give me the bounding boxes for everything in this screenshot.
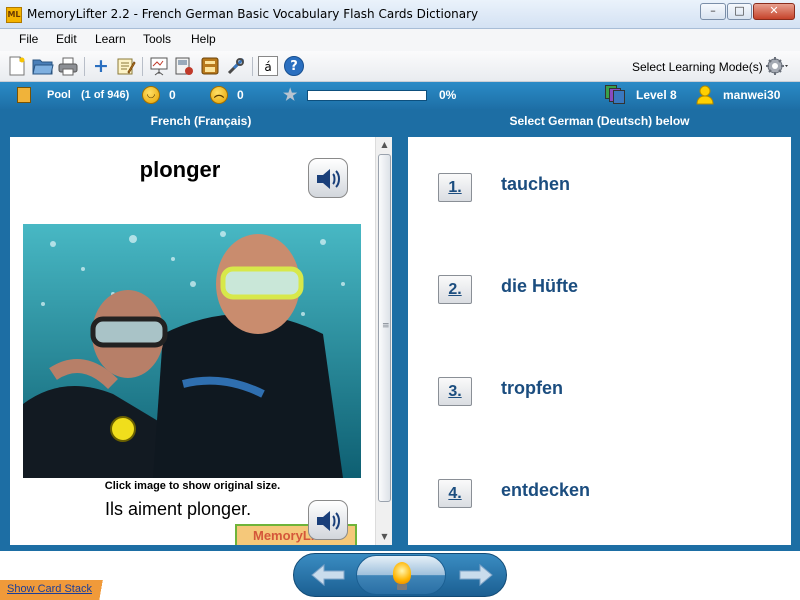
correct-smiley-icon: ◡ bbox=[142, 86, 160, 104]
user-name: manwei30 bbox=[723, 88, 781, 102]
star-icon: ★ bbox=[283, 87, 298, 104]
progress-percent: 0% bbox=[439, 88, 457, 102]
question-heading: French (Français) bbox=[150, 114, 252, 128]
toolbar-separator bbox=[142, 57, 143, 76]
pool-label: Pool bbox=[47, 89, 71, 101]
scroll-down-icon[interactable]: ▼ bbox=[376, 529, 393, 545]
lightbulb-icon bbox=[393, 562, 411, 584]
tools-icon[interactable] bbox=[226, 56, 246, 76]
answer-2-button[interactable]: 2. bbox=[438, 275, 472, 304]
correct-count: 0 bbox=[169, 88, 176, 102]
pool-count: (1 of 946) bbox=[81, 89, 130, 101]
title-bar: ML MemoryLifter 2.2 - French German Basi… bbox=[0, 0, 800, 29]
window-title: MemoryLifter 2.2 - French German Basic V… bbox=[27, 7, 479, 21]
previous-card-button[interactable] bbox=[298, 556, 358, 594]
new-file-icon[interactable] bbox=[7, 56, 27, 76]
arrow-left-icon bbox=[311, 563, 345, 587]
next-card-button[interactable] bbox=[446, 556, 506, 594]
show-card-stack-link[interactable]: Show Card Stack bbox=[7, 583, 92, 595]
answer-3-text[interactable]: tropfen bbox=[501, 378, 563, 399]
wrong-count: 0 bbox=[237, 88, 244, 102]
menu-bar: File Edit Learn Tools Help bbox=[0, 29, 800, 51]
card-navigation bbox=[293, 553, 507, 597]
menu-help[interactable]: Help bbox=[191, 32, 216, 46]
wrong-smiley-icon: ︵ bbox=[210, 86, 228, 104]
answer-panel: 1. tauchen 2. die Hüfte 3. tropfen 4. en… bbox=[408, 137, 791, 545]
open-folder-icon[interactable] bbox=[32, 56, 54, 76]
image-caption: Click image to show original size. bbox=[104, 480, 281, 492]
play-word-audio-button[interactable] bbox=[308, 158, 348, 198]
card-settings-icon[interactable] bbox=[174, 56, 194, 76]
example-sentence: Ils aiment plonger. bbox=[105, 499, 252, 519]
help-icon[interactable]: ? bbox=[284, 56, 304, 76]
close-button[interactable]: ✕ bbox=[753, 3, 795, 20]
menu-file[interactable]: File bbox=[19, 32, 38, 46]
learning-mode-label[interactable]: Select Learning Mode(s) bbox=[632, 60, 763, 74]
speaker-icon bbox=[317, 511, 340, 531]
presentation-icon[interactable] bbox=[149, 56, 169, 76]
show-card-stack-tab[interactable]: Show Card Stack bbox=[0, 580, 125, 600]
app-logo-icon: ML bbox=[6, 7, 22, 23]
question-panel: plonger Click image to show original siz… bbox=[10, 137, 392, 545]
lightbulb-base bbox=[397, 584, 407, 590]
gear-icon[interactable] bbox=[765, 55, 791, 81]
answer-heading: Select German (Deutsch) below bbox=[509, 114, 690, 128]
hint-button[interactable] bbox=[356, 555, 446, 595]
main-area: French (Français) Select German (Deutsch… bbox=[0, 109, 800, 551]
status-strip: Pool (1 of 946) ◡ 0 ︵ 0 ★ 0% Level 8 man… bbox=[0, 82, 800, 109]
save-card-icon[interactable] bbox=[200, 56, 220, 76]
toolbar-separator bbox=[84, 57, 85, 76]
level-stack-icon bbox=[605, 85, 625, 105]
level-label: Level 8 bbox=[636, 88, 677, 102]
pool-icon bbox=[17, 87, 31, 103]
menu-tools[interactable]: Tools bbox=[143, 32, 171, 46]
menu-learn[interactable]: Learn bbox=[95, 32, 126, 46]
scroll-up-icon[interactable]: ▲ bbox=[376, 137, 393, 153]
print-icon[interactable] bbox=[58, 56, 78, 76]
minimize-button[interactable]: – bbox=[700, 3, 726, 20]
play-sentence-audio-button[interactable] bbox=[308, 500, 348, 540]
question-scrollbar[interactable]: ▲ ≡ ▼ bbox=[375, 137, 392, 545]
progress-bar bbox=[307, 90, 427, 101]
menu-edit[interactable]: Edit bbox=[56, 32, 77, 46]
scrollbar-thumb[interactable]: ≡ bbox=[378, 154, 391, 502]
edit-icon[interactable] bbox=[116, 56, 136, 76]
toolbar-separator bbox=[252, 57, 253, 76]
answer-1-button[interactable]: 1. bbox=[438, 173, 472, 202]
answer-1-text[interactable]: tauchen bbox=[501, 174, 570, 195]
arrow-right-icon bbox=[459, 563, 493, 587]
answer-4-text[interactable]: entdecken bbox=[501, 480, 590, 501]
maximize-button[interactable]: □ bbox=[727, 3, 752, 20]
answer-2-text[interactable]: die Hüfte bbox=[501, 276, 578, 297]
answer-3-button[interactable]: 3. bbox=[438, 377, 472, 406]
user-icon bbox=[696, 85, 714, 110]
add-icon[interactable]: + bbox=[91, 56, 111, 76]
question-word: plonger bbox=[139, 157, 221, 182]
card-image[interactable] bbox=[23, 224, 361, 478]
speaker-icon bbox=[317, 169, 340, 189]
answer-4-button[interactable]: 4. bbox=[438, 479, 472, 508]
scroll-grip-icon: ≡ bbox=[382, 321, 390, 331]
bottom-bar: Show Card Stack bbox=[0, 551, 800, 600]
character-map-icon[interactable]: á bbox=[258, 56, 278, 76]
toolbar: + á ? Select Learning Mode(s) bbox=[0, 51, 800, 82]
